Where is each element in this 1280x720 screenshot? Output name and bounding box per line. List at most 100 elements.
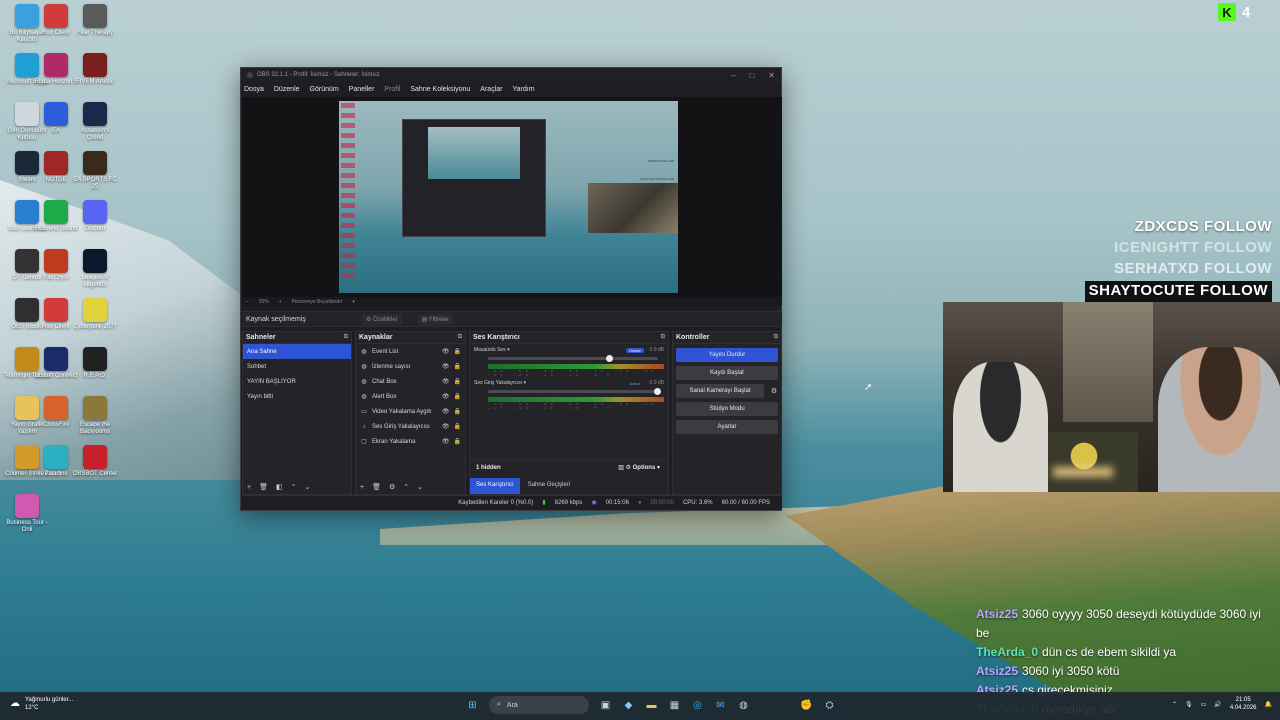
hidden-count[interactable]: 1 hidden (476, 465, 501, 471)
scene-item[interactable]: Sohbet (243, 359, 351, 374)
lock-icon[interactable]: 🔒 (454, 393, 461, 400)
stop-stream-button[interactable]: Yayını Durdur (676, 348, 778, 362)
source-item[interactable]: ♪ Ses Giriş Yakalayıcısı 👁 🔒 (356, 419, 465, 434)
store-icon[interactable]: ▦ (668, 699, 681, 712)
volume-icon[interactable]: 🔊 (1214, 701, 1221, 708)
close-icon[interactable]: ✕ (768, 71, 775, 80)
start-icon[interactable]: ⊞ (466, 699, 479, 712)
volume-slider[interactable] (488, 355, 658, 362)
visibility-eye-icon[interactable]: 👁 (442, 393, 450, 400)
menu-gorunum[interactable]: Görünüm (310, 86, 339, 93)
lock-icon[interactable]: 🔒 (454, 408, 461, 415)
visibility-eye-icon[interactable]: 👁 (442, 378, 450, 385)
program-preview[interactable]: ZDXCDS FOLLOW SHAYTOCUTE FOLLOW (339, 101, 678, 293)
source-item[interactable]: ▭ Video Yakalama Aygıtı 👁 🔒 (356, 404, 465, 419)
gear-icon[interactable]: ⚙ (767, 387, 781, 395)
settings-button[interactable]: Ayarlar (676, 420, 778, 434)
dock-float-icon[interactable]: ⧉ (458, 334, 462, 341)
tray-expand-icon[interactable]: ⌃ (1172, 701, 1177, 708)
filters-button[interactable]: ▤ Filtreler (417, 313, 454, 325)
maximize-icon[interactable]: □ (749, 71, 754, 80)
source-item[interactable]: ▢ Ekran Yakalama 👁 🔒 (356, 434, 465, 449)
lock-icon[interactable]: 🔒 (454, 438, 461, 445)
scene-item[interactable]: YAYIN BAŞLIYOR (243, 374, 351, 389)
obs-icon[interactable]: ◍ (737, 699, 750, 712)
dock-float-icon[interactable]: ⧉ (661, 334, 665, 341)
network-icon[interactable]: ▭ (1201, 701, 1207, 708)
desktop-shortcut[interactable]: Fear Therapy (72, 4, 118, 37)
lock-icon[interactable]: 🔒 (454, 348, 461, 355)
menu-sahne-koleksiyonu[interactable]: Sahne Koleksiyonu (410, 86, 470, 93)
source-item[interactable]: ◍ Chat Box 👁 🔒 (356, 374, 465, 389)
desktop-shortcut[interactable]: Assassin's Creed (72, 102, 118, 142)
search-box[interactable]: ⌕ Ara (489, 696, 589, 714)
visibility-eye-icon[interactable]: 👁 (442, 423, 450, 430)
move-up-icon[interactable]: ⌃ (291, 483, 297, 491)
zoom-dropdown-icon[interactable]: ▾ (352, 299, 355, 305)
weather-widget[interactable]: ☁ Yağmurlu günler... 12°C (10, 696, 73, 712)
menu-yardim[interactable]: Yardım (512, 86, 534, 93)
obs-window[interactable]: OBS 32.1.1 - Profil: İsimsiz - Sahneler:… (240, 67, 782, 511)
lock-icon[interactable]: 🔒 (454, 378, 461, 385)
zoom-plus-icon[interactable]: + (279, 299, 282, 305)
steam-icon[interactable]: ⛭ (823, 699, 836, 712)
scene-item[interactable]: Ana Sahne (243, 344, 351, 359)
menu-profil[interactable]: Profil (384, 86, 400, 93)
riot-icon[interactable]: ✊ (800, 699, 813, 712)
channel-name[interactable]: Ses Giriş Yakalayıcısı ▾ (474, 380, 526, 386)
mic-icon[interactable]: 🎙 (1185, 701, 1193, 708)
desktop-shortcut[interactable]: R.E.P.O. (72, 347, 118, 380)
move-down-icon[interactable]: ⌄ (304, 483, 310, 491)
properties-button[interactable]: ⚙ Özellikler (362, 313, 402, 325)
menu-paneller[interactable]: Paneller (349, 86, 375, 93)
dock-float-icon[interactable]: ⧉ (774, 334, 778, 341)
clock[interactable]: 21:05 4.04.2026 (1230, 696, 1257, 712)
tab-scene-transitions[interactable]: Sahne Geçişleri (522, 478, 576, 494)
source-item[interactable]: ◍ Event List 👁 🔒 (356, 344, 465, 359)
remove-source-icon[interactable]: 🗑 (372, 483, 381, 491)
move-up-icon[interactable]: ⌃ (403, 483, 409, 491)
channel-name[interactable]: Masaüstü Ses ▾ (474, 347, 510, 353)
mail-icon[interactable]: ✉ (714, 699, 727, 712)
task-view-icon[interactable]: ▣ (599, 699, 612, 712)
volume-slider[interactable] (488, 388, 661, 395)
virtual-camera-button[interactable]: Sanal Kamerayı Başlat (676, 384, 764, 398)
scene-filter-icon[interactable]: ◧ (276, 483, 283, 491)
dock-float-icon[interactable]: ⧉ (344, 334, 348, 341)
desktop-shortcut[interactable]: Discord (72, 200, 118, 233)
minimize-icon[interactable]: – (731, 71, 735, 80)
desktop-shortcut[interactable]: EA SPORTS FC 25 (72, 151, 118, 191)
file-explorer-icon[interactable]: ▬ (645, 699, 658, 712)
studio-mode-button[interactable]: Stüdyo Modu (676, 402, 778, 416)
add-source-icon[interactable]: + (360, 484, 364, 491)
start-record-button[interactable]: Kaydı Başlat (676, 366, 778, 380)
preview-area[interactable]: ZDXCDS FOLLOW SHAYTOCUTE FOLLOW (242, 97, 782, 297)
desktop-shortcut[interactable]: Cyberpunk 2077 (72, 298, 118, 331)
menu-araclar[interactable]: Araçlar (480, 86, 502, 93)
source-item[interactable]: ◍ İzlenme sayısı 👁 🔒 (356, 359, 465, 374)
visibility-eye-icon[interactable]: 👁 (442, 438, 450, 445)
zoom-mode[interactable]: Pencereye Boyutlandır (292, 299, 343, 305)
desktop-shortcut[interactable]: FIVEM Artistic (72, 53, 118, 86)
mixer-options-button[interactable]: ▥ ⚙ Options ▾ (618, 464, 660, 471)
visibility-eye-icon[interactable]: 👁 (442, 408, 450, 415)
copilot-icon[interactable]: ◆ (622, 699, 635, 712)
visibility-eye-icon[interactable]: 👁 (442, 363, 450, 370)
zoom-minus-icon[interactable]: – (246, 299, 249, 305)
source-item[interactable]: ◍ Alert Box 👁 🔒 (356, 389, 465, 404)
tab-audio-mixer[interactable]: Ses Karıştırıcı (470, 478, 520, 494)
move-down-icon[interactable]: ⌄ (417, 483, 423, 491)
volume-slider-knob[interactable] (606, 355, 614, 362)
menu-duzenle[interactable]: Düzenle (274, 86, 300, 93)
desktop-shortcut[interactable]: League of Legends (72, 249, 118, 289)
volume-slider-knob[interactable] (654, 388, 661, 395)
menu-dosya[interactable]: Dosya (244, 86, 264, 93)
scene-item[interactable]: Yayın bitti (243, 389, 351, 404)
lock-icon[interactable]: 🔒 (454, 423, 461, 430)
desktop-shortcut[interactable]: Business Tour - Onli (4, 494, 50, 534)
obs-title-bar[interactable]: OBS 32.1.1 - Profil: İsimsiz - Sahneler:… (241, 68, 781, 82)
remove-scene-icon[interactable]: 🗑 (259, 483, 268, 491)
edge-icon[interactable]: ◎ (691, 699, 704, 712)
lock-icon[interactable]: 🔒 (454, 363, 461, 370)
source-settings-icon[interactable]: ⚙ (389, 483, 395, 491)
